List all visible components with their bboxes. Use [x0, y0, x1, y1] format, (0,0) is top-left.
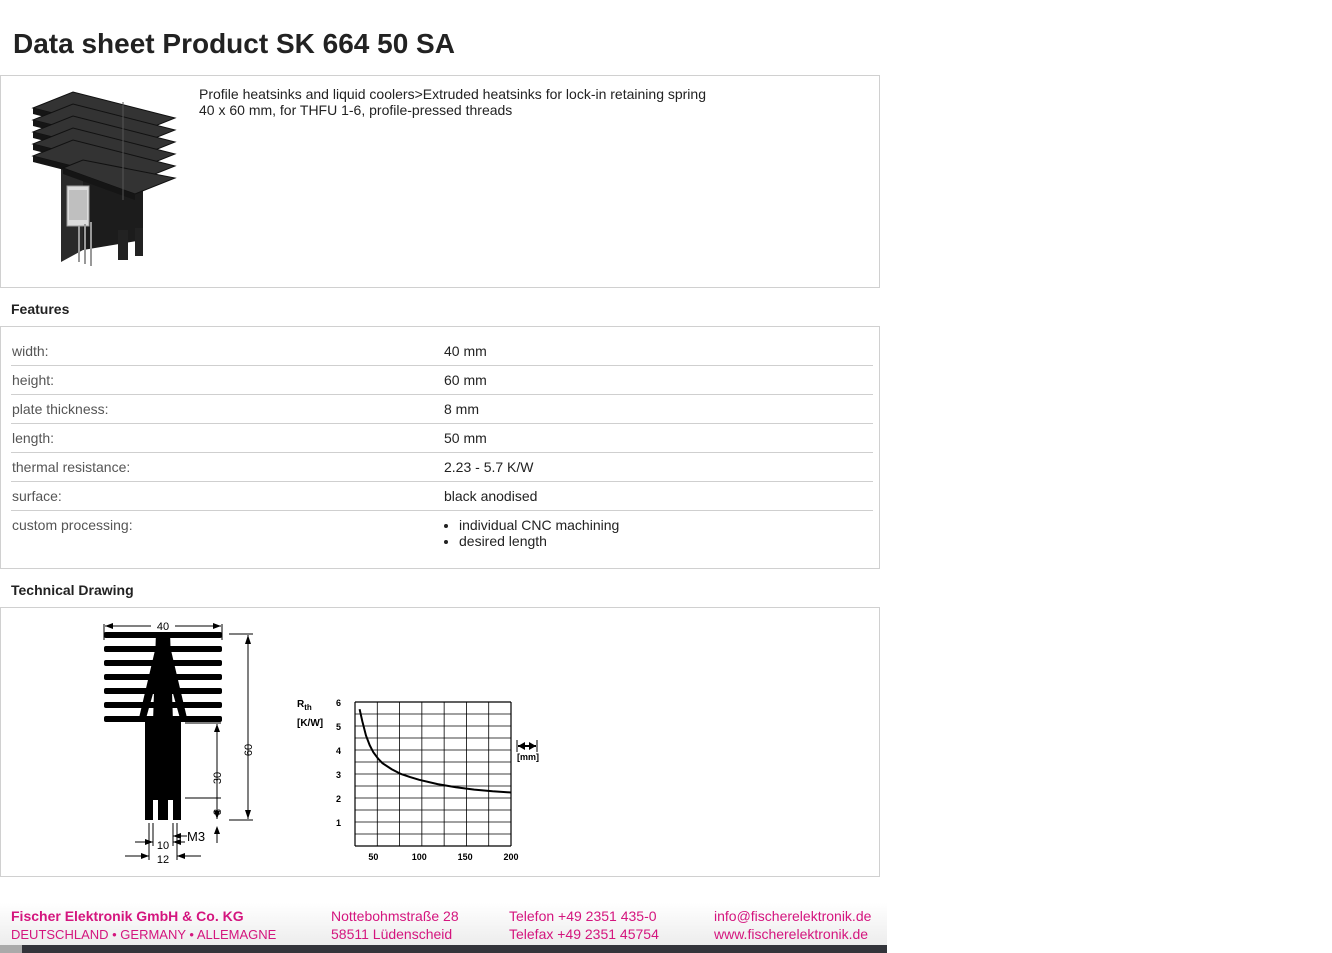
- description-line-2: 40 x 60 mm, for THFU 1-6, profile-presse…: [199, 102, 513, 118]
- footer-bar: [0, 945, 887, 953]
- series-line: [358, 708, 512, 794]
- feature-value: 40 mm: [443, 337, 873, 366]
- footer-fax: Telefax +49 2351 45754: [509, 926, 659, 942]
- feature-label: thermal resistance:: [11, 452, 443, 482]
- feature-value: black anodised: [443, 481, 873, 511]
- feature-label: surface:: [11, 481, 443, 511]
- custom-processing-list: individual CNC machiningdesired length: [444, 517, 872, 549]
- footer: Fischer Elektronik GmbH & Co. KG DEUTSCH…: [0, 903, 887, 953]
- footer-web-link[interactable]: www.fischerelektronik.de: [714, 926, 868, 943]
- y-axis-unit: [K/W]: [297, 718, 323, 729]
- profile-drawing: 40 60 30 8 M3 10 12: [103, 621, 255, 863]
- y-tick-label: 3: [336, 770, 341, 780]
- feature-value: 8 mm: [443, 394, 873, 424]
- y-tick-label: 1: [336, 818, 341, 828]
- footer-city: 58511 Lüdenscheid: [331, 926, 453, 942]
- product-box: Profile heatsinks and liquid coolers>Ext…: [0, 75, 880, 288]
- feature-row: surface: black anodised: [11, 481, 873, 511]
- feature-row: plate thickness: 8 mm: [11, 394, 873, 424]
- chart-grid: [354, 701, 512, 847]
- footer-countries: DEUTSCHLAND • GERMANY • ALLEMAGNE: [11, 927, 277, 942]
- dim-thread-label: M3: [187, 829, 205, 844]
- features-heading: Features: [11, 301, 70, 317]
- dim-30-label: 30: [212, 772, 224, 784]
- y-tick-label: 6: [336, 698, 341, 708]
- dim-plate-label: 8: [212, 809, 224, 815]
- feature-value: 50 mm: [443, 423, 873, 453]
- features-table: width: 40 mm height: 60 mm plate thickness: 8…: [11, 337, 873, 555]
- x-unit-arrow-icon: [516, 740, 538, 752]
- custom-processing-item: individual CNC machining: [459, 517, 872, 533]
- product-description: Profile heatsinks and liquid coolers>Ext…: [199, 86, 706, 118]
- feature-label: width:: [11, 337, 443, 366]
- footer-email-link[interactable]: info@fischerelektronik.de: [714, 908, 871, 925]
- custom-processing-item: desired length: [459, 533, 872, 549]
- x-tick-label: 50: [368, 852, 378, 862]
- y-tick-label: 2: [336, 794, 341, 804]
- x-axis-unit: [mm]: [517, 752, 539, 762]
- technical-drawing-heading: Technical Drawing: [11, 582, 134, 598]
- feature-row: height: 60 mm: [11, 365, 873, 395]
- footer-street: Nottebohmstraße 28: [331, 908, 459, 924]
- thermal-resistance-chart: Rth [K/W] 1 2 3 4 5 6 50 100 150 200 [mm]: [297, 698, 539, 862]
- feature-value: 2.23 - 5.7 K/W: [443, 452, 873, 482]
- feature-row: thermal resistance: 2.23 - 5.7 K/W: [11, 452, 873, 482]
- feature-label: length:: [11, 423, 443, 453]
- feature-value: individual CNC machiningdesired length: [443, 511, 873, 556]
- x-tick-label: 200: [503, 852, 518, 862]
- feature-label: height:: [11, 365, 443, 395]
- feature-value: 60 mm: [443, 365, 873, 395]
- feature-row-custom: custom processing: individual CNC machini…: [11, 511, 873, 556]
- dim-height-label: 60: [243, 744, 255, 756]
- page-title: Data sheet Product SK 664 50 SA: [13, 28, 455, 59]
- x-tick-label: 100: [412, 852, 427, 862]
- features-box: width: 40 mm height: 60 mm plate thickness: 8…: [0, 326, 880, 569]
- footer-phone: Telefon +49 2351 435-0: [509, 908, 657, 924]
- y-axis-label: Rth: [297, 699, 312, 712]
- footer-company: Fischer Elektronik GmbH & Co. KG: [11, 908, 244, 924]
- description-line-1: Profile heatsinks and liquid coolers>Ext…: [199, 86, 706, 102]
- dim-12-label: 12: [157, 854, 169, 863]
- feature-label: custom processing:: [12, 517, 133, 533]
- x-tick-label: 150: [458, 852, 473, 862]
- dim-10-label: 10: [157, 840, 169, 852]
- y-tick-label: 5: [336, 722, 341, 732]
- feature-row: length: 50 mm: [11, 423, 873, 453]
- heatsink-photo: [31, 91, 177, 266]
- y-tick-label: 4: [336, 746, 341, 756]
- technical-drawing-box: 40 60 30 8 M3 10 12 Rth [K/W] 1 2 3 4 5 …: [0, 607, 880, 877]
- dim-width-label: 40: [157, 621, 169, 633]
- feature-row: width: 40 mm: [11, 337, 873, 366]
- feature-label: plate thickness:: [11, 394, 443, 424]
